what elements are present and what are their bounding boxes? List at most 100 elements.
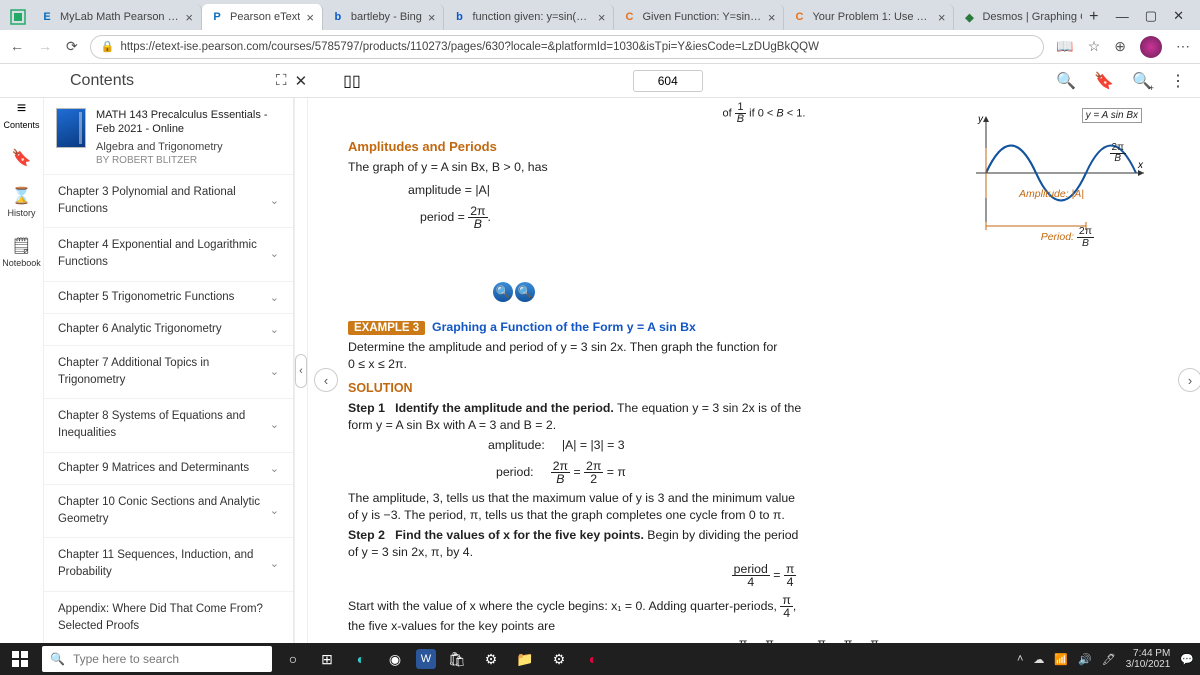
forward-button[interactable]: → xyxy=(38,38,52,55)
step2-label: Step 2 xyxy=(348,528,385,542)
steam-pinned-icon[interactable]: ⚙ xyxy=(478,646,504,672)
explorer-pinned-icon[interactable]: 📁 xyxy=(512,646,538,672)
tab-close-icon[interactable]: × xyxy=(768,10,776,25)
appnav-icon: 🔖 xyxy=(12,148,32,168)
box-amp: amplitude = |A| xyxy=(408,183,490,197)
word-pinned-icon[interactable]: W xyxy=(416,649,436,669)
settings-pinned-icon[interactable]: ⚙ xyxy=(546,646,572,672)
edge-pinned-icon[interactable]: ◐ xyxy=(348,646,374,672)
search-placeholder: Type here to search xyxy=(73,652,179,666)
window-minimize-button[interactable]: — xyxy=(1116,9,1129,24)
tab-label: MyLab Math Pearson eText xyxy=(60,11,179,23)
amplitude-word: amplitude: xyxy=(488,438,545,452)
prev-page-button[interactable]: ‹ xyxy=(314,368,338,392)
chevron-down-icon: ⌄ xyxy=(270,291,279,304)
close-panel-icon[interactable]: ✕ xyxy=(295,72,308,90)
tab-close-icon[interactable]: × xyxy=(428,10,436,25)
notifications-icon[interactable]: 💬 xyxy=(1180,653,1194,666)
svg-text:x: x xyxy=(1137,160,1144,171)
browser-tab[interactable]: C Given Function: Y=sin(2x- π/2) F × xyxy=(614,4,784,30)
cortana-icon[interactable]: ○ xyxy=(280,646,306,672)
reload-button[interactable]: ⟳ xyxy=(66,38,78,55)
chevron-down-icon: ⌄ xyxy=(270,462,279,475)
browser-tab[interactable]: ◆ Desmos | Graphing Calculator × xyxy=(954,4,1081,30)
url-field[interactable]: 🔒 https://etext-ise.pearson.com/courses/… xyxy=(90,35,1045,59)
chrome-pinned-icon[interactable]: ◉ xyxy=(382,646,408,672)
tab-label: Pearson eText xyxy=(230,11,300,23)
window-close-button[interactable]: ✕ xyxy=(1173,8,1184,24)
toc-item[interactable]: Chapter 10 Conic Sections and Analytic G… xyxy=(44,484,293,538)
chevron-down-icon: ⌄ xyxy=(270,323,279,336)
toc-item[interactable]: Chapter 6 Analytic Trigonometry⌄ xyxy=(44,313,293,345)
toc-item[interactable]: Chapter 11 Sequences, Induction, and Pro… xyxy=(44,537,293,591)
browser-tab[interactable]: C Your Problem 1: Use The 5 Step × xyxy=(784,4,954,30)
search-icon: 🔍 xyxy=(50,652,65,666)
new-tab-button[interactable]: + xyxy=(1082,8,1106,30)
zoom-icon[interactable]: 🔍+ xyxy=(1132,71,1152,91)
app-pinned-icon[interactable]: ◐ xyxy=(580,646,606,672)
read-aloud-icon[interactable]: 📖 xyxy=(1056,38,1073,55)
browser-tab[interactable]: b bartleby - Bing × xyxy=(323,4,445,30)
toc-item[interactable]: Chapter 9 Matrices and Determinants ⌄ xyxy=(44,452,293,484)
browser-tab[interactable]: P Pearson eText × xyxy=(202,4,323,30)
task-view-icon[interactable]: ⊞ xyxy=(314,646,340,672)
tab-favicon: P xyxy=(210,10,224,24)
toc-item[interactable]: Chapter 4 Exponential and Logarithmic Fu… xyxy=(44,227,293,281)
toc-item[interactable]: Chapter 3 Polynomial and Rational Functi… xyxy=(44,174,293,228)
bookmark-icon[interactable]: 🔖 xyxy=(1094,71,1114,91)
start-button[interactable] xyxy=(6,645,34,673)
tab-label: Your Problem 1: Use The 5 Step xyxy=(812,11,931,23)
step1-title: Identify the amplitude and the period. xyxy=(395,401,614,415)
appnav-item[interactable]: 🗒Notebook xyxy=(2,236,41,268)
favorite-icon[interactable]: ☆ xyxy=(1088,38,1101,55)
appnav-icon: 🗒 xyxy=(11,236,31,256)
tab-close-icon[interactable]: × xyxy=(185,10,193,25)
appnav-item[interactable]: 🔖 xyxy=(12,148,32,168)
tab-close-icon[interactable]: × xyxy=(598,10,606,25)
url-text: https://etext-ise.pearson.com/courses/57… xyxy=(120,41,819,53)
tray-onedrive-icon[interactable]: ☁ xyxy=(1033,653,1044,666)
lock-icon: 🔒 xyxy=(101,40,115,53)
appnav-item[interactable]: ≡Contents xyxy=(3,100,39,130)
toc-item[interactable]: Chapter 5 Trigonometric Functions⌄ xyxy=(44,281,293,313)
next-page-button[interactable]: › xyxy=(1178,368,1200,392)
taskbar-search[interactable]: 🔍 Type here to search xyxy=(42,646,272,672)
toc-item[interactable]: Chapter 8 Systems of Equations and Inequ… xyxy=(44,398,293,452)
browser-tab[interactable]: E MyLab Math Pearson eText × xyxy=(32,4,202,30)
toc-item[interactable]: Chapter 7 Additional Topics in Trigonome… xyxy=(44,345,293,399)
clock-time: 7:44 PM xyxy=(1126,648,1171,659)
collapse-handle-icon[interactable]: ‹ xyxy=(295,354,307,388)
toc-item-label: Chapter 9 Matrices and Determinants xyxy=(58,462,249,474)
taskbar-clock[interactable]: 7:44 PM 3/10/2021 xyxy=(1126,648,1171,670)
tray-lang-icon[interactable]: 🖊 xyxy=(1102,653,1116,666)
more-icon[interactable]: ⋮ xyxy=(1170,71,1186,91)
toc-item-label: Chapter 11 Sequences, Induction, and Pro… xyxy=(58,547,270,582)
toc-item[interactable]: Appendix: Where Did That Come From? Sele… xyxy=(44,591,293,643)
browser-tab[interactable]: b function given: y=sin(2x-π/2) P × xyxy=(444,4,614,30)
search-icon[interactable]: 🔍 xyxy=(1056,71,1076,91)
tab-favicon: C xyxy=(622,10,636,24)
reader-toolbar: Contents ⛶ ✕ ▯▯ 🔍 🔖 🔍+ ⋮ xyxy=(0,64,1200,98)
tab-close-icon[interactable]: × xyxy=(306,10,314,25)
solution-heading: SOLUTION xyxy=(348,381,1180,395)
tab-label: Given Function: Y=sin(2x- π/2) F xyxy=(642,11,761,23)
tray-chevron-icon[interactable]: ˄ xyxy=(1017,653,1023,665)
page-number-input[interactable] xyxy=(633,70,703,92)
tab-close-icon[interactable]: × xyxy=(938,10,946,25)
browser-menu-icon[interactable]: ⋯ xyxy=(1176,38,1190,55)
appnav-item[interactable]: ⌛History xyxy=(7,186,35,218)
chevron-down-icon: ⌄ xyxy=(270,556,279,573)
profile-avatar[interactable] xyxy=(1140,36,1162,58)
table-of-contents: MATH 143 Precalculus Essentials - Feb 20… xyxy=(44,98,294,643)
tab-label: Desmos | Graphing Calculator xyxy=(982,11,1081,23)
tray-volume-icon[interactable]: 🔊 xyxy=(1078,653,1092,666)
back-button[interactable]: ← xyxy=(10,38,24,55)
window-maximize-button[interactable]: ▢ xyxy=(1145,8,1157,24)
fullscreen-icon[interactable]: ⛶ xyxy=(276,72,287,90)
tray-wifi-icon[interactable]: 📶 xyxy=(1054,653,1068,666)
panel-divider[interactable]: ‹ xyxy=(294,98,308,643)
page-layout-icon[interactable]: ▯▯ xyxy=(343,71,361,91)
toc-item-label: Chapter 10 Conic Sections and Analytic G… xyxy=(58,494,270,529)
store-pinned-icon[interactable]: 🛍 xyxy=(444,646,470,672)
collections-icon[interactable]: ⊕ xyxy=(1114,38,1126,55)
